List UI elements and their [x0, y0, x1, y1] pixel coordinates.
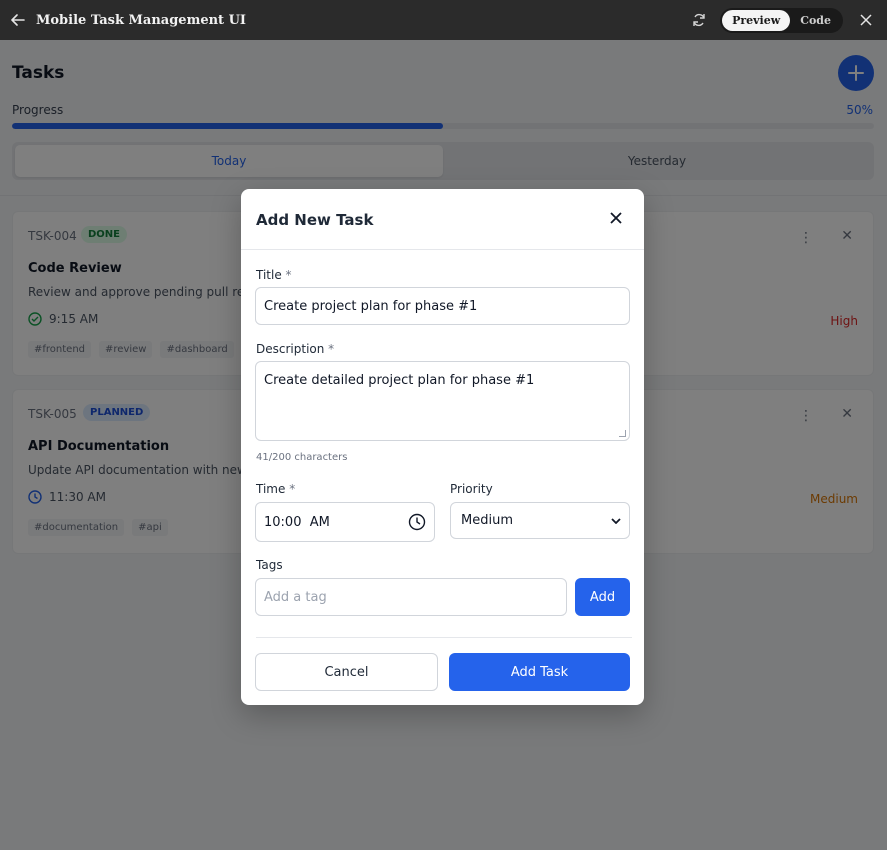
tag-input[interactable]: Add a tag [255, 578, 567, 616]
required-mark: * [285, 268, 292, 282]
description-textarea[interactable]: Create detailed project plan for phase #… [255, 361, 630, 441]
code-toggle-button[interactable]: Code [790, 10, 841, 31]
description-label-text: Description [256, 342, 325, 356]
title-label-text: Title [256, 268, 282, 282]
title-label: Title * [256, 268, 292, 282]
resize-handle[interactable] [619, 430, 626, 437]
refresh-icon[interactable] [684, 13, 714, 27]
preview-toggle-button[interactable]: Preview [722, 9, 791, 31]
add-task-dialog: Add New Task Title * Create project plan… [241, 189, 644, 705]
time-label-text: Time [256, 482, 286, 496]
tag-input-placeholder: Add a tag [264, 589, 327, 605]
title-input[interactable]: Create project plan for phase #1 [255, 287, 630, 325]
close-icon[interactable] [851, 14, 881, 26]
dialog-title: Add New Task [256, 211, 374, 229]
view-toggle: Preview Code [720, 7, 843, 33]
priority-select[interactable]: Medium [450, 502, 630, 539]
cancel-button[interactable]: Cancel [255, 653, 438, 691]
description-label: Description * [256, 342, 334, 356]
tags-label: Tags [256, 558, 283, 572]
required-mark: * [328, 342, 335, 356]
time-input[interactable]: 10:00 AM [255, 502, 435, 542]
time-label: Time * [256, 482, 295, 496]
add-task-submit-button[interactable]: Add Task [449, 653, 630, 691]
window-titlebar: Mobile Task Management UI Preview Code [0, 0, 887, 40]
dialog-header: Add New Task [241, 189, 644, 250]
footer-divider [256, 637, 632, 638]
window-title: Mobile Task Management UI [36, 12, 247, 28]
close-dialog-icon[interactable] [610, 209, 622, 229]
back-arrow-icon[interactable] [0, 0, 36, 40]
time-value: 10:00 AM [264, 514, 330, 530]
priority-value: Medium [461, 513, 513, 528]
character-counter: 41/200 characters [256, 452, 348, 463]
add-tag-button[interactable]: Add [575, 578, 630, 616]
clock-icon[interactable] [408, 513, 426, 531]
priority-label: Priority [450, 482, 493, 496]
chevron-down-icon [611, 517, 621, 524]
required-mark: * [289, 482, 296, 496]
description-text: Create detailed project plan for phase #… [264, 373, 535, 388]
